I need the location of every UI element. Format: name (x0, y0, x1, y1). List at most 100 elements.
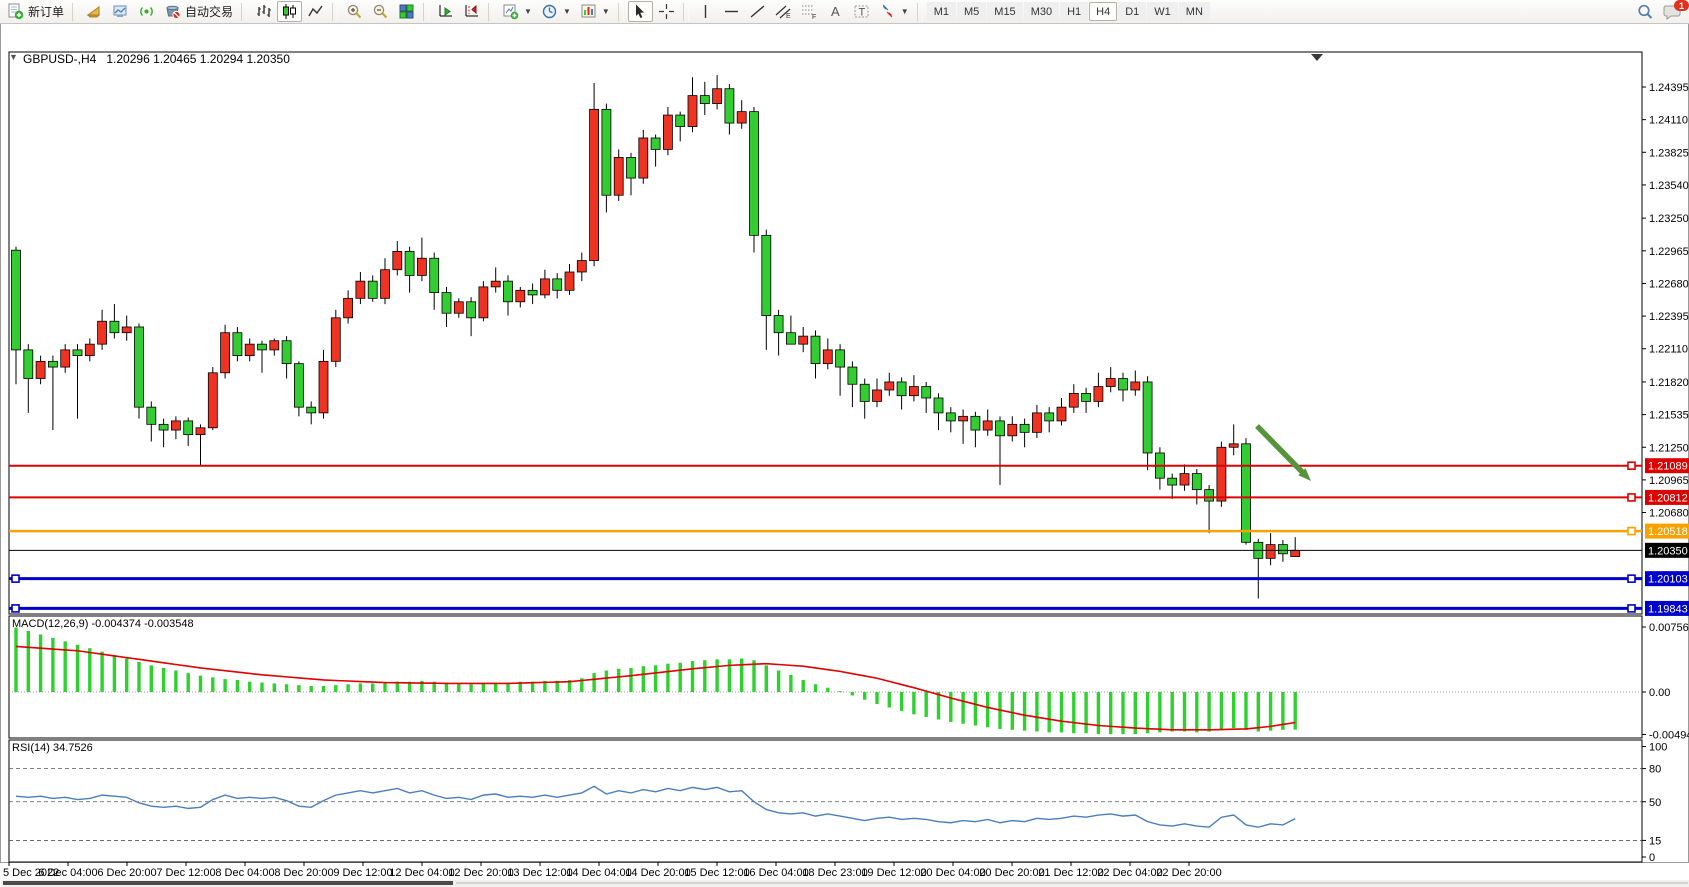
svg-text:12 Dec 04:00: 12 Dec 04:00 (389, 867, 454, 879)
zoom-in-icon (346, 3, 363, 20)
auto-scroll-button[interactable] (433, 1, 458, 22)
autotrading-icon (164, 3, 181, 20)
zoom-out-button[interactable] (368, 1, 393, 22)
price-chart[interactable]: 1.243951.241101.238251.235401.232501.229… (1, 24, 1689, 887)
svg-text:1.24110: 1.24110 (1649, 115, 1688, 127)
bar-chart-button[interactable] (251, 1, 276, 22)
svg-text:15 Dec 12:00: 15 Dec 12:00 (684, 867, 749, 879)
navigator-icon (112, 3, 129, 20)
templates-button[interactable]: ▼ (576, 1, 614, 22)
svg-text:21 Dec 12:00: 21 Dec 12:00 (1038, 867, 1103, 879)
svg-text:1.21820: 1.21820 (1649, 377, 1689, 389)
timeframe-d1-button[interactable]: D1 (1118, 2, 1146, 21)
svg-text:1.21089: 1.21089 (1648, 461, 1688, 473)
navigator-button[interactable] (108, 1, 133, 22)
svg-text:20 Dec 04:00: 20 Dec 04:00 (920, 867, 985, 879)
toolbar-separator (241, 3, 247, 21)
svg-text:16 Dec 04:00: 16 Dec 04:00 (743, 867, 808, 879)
macd-axis: 0.0075660.00-0.004943 (1642, 622, 1689, 741)
chart-shift-button[interactable] (459, 1, 484, 22)
svg-text:20 Dec 20:00: 20 Dec 20:00 (979, 867, 1044, 879)
scrollbar-thumb[interactable] (3, 881, 453, 885)
line-chart-icon (307, 3, 324, 20)
new-chart-button[interactable]: ▼ (498, 1, 536, 22)
timeframe-m15-button[interactable]: M15 (987, 2, 1022, 21)
chart-title: GBPUSD-,H4 1.20296 1.20465 1.20294 1.203… (23, 52, 290, 66)
svg-text:13 Dec 12:00: 13 Dec 12:00 (507, 867, 572, 879)
arrows-button[interactable]: ▼ (875, 1, 913, 22)
autotrading-button[interactable]: 自动交易 (160, 1, 237, 22)
horizontal-line-button[interactable] (719, 1, 744, 22)
toolbar-separator (488, 3, 494, 21)
crosshair-button[interactable] (654, 1, 679, 22)
rsi-indicator-label: RSI(14) 34.7526 (12, 742, 93, 754)
macd-indicator-label: MACD(12,26,9) -0.004374 -0.003548 (12, 618, 194, 630)
svg-text:1.21535: 1.21535 (1649, 410, 1689, 422)
trendline-button[interactable] (745, 1, 770, 22)
toolbar-separator (683, 3, 689, 21)
dropdown-caret-icon: ▼ (602, 7, 610, 16)
svg-text:6 Dec 20:00: 6 Dec 20:00 (97, 867, 156, 879)
line-chart-button[interactable] (303, 1, 328, 22)
svg-text:T: T (858, 7, 865, 19)
tile-windows-button[interactable] (394, 1, 419, 22)
svg-text:0.007566: 0.007566 (1649, 622, 1689, 634)
svg-text:18 Dec 23:00: 18 Dec 23:00 (802, 867, 867, 879)
svg-text:1.23250: 1.23250 (1649, 213, 1689, 225)
toolbar: 新订单 自动交易 (0, 0, 1689, 24)
svg-text:1.22110: 1.22110 (1649, 344, 1688, 356)
timeframe-mn-button[interactable]: MN (1179, 2, 1210, 21)
toolbar-separator (618, 3, 624, 21)
toolbar-separator (332, 3, 338, 21)
new-order-icon (7, 3, 24, 20)
equidistant-channel-button[interactable]: E (771, 1, 796, 22)
svg-text:14 Dec 04:00: 14 Dec 04:00 (566, 867, 631, 879)
svg-text:1.20350: 1.20350 (1648, 545, 1688, 557)
tile-windows-icon (398, 3, 415, 20)
market-watch-button[interactable] (82, 1, 107, 22)
bottom-scrollbar (1, 880, 1689, 887)
svg-text:7 Dec 12:00: 7 Dec 12:00 (156, 867, 215, 879)
text-label-icon: T (853, 3, 870, 20)
svg-text:19 Dec 12:00: 19 Dec 12:00 (861, 867, 926, 879)
rsi-axis: 1008050150 (1642, 742, 1667, 865)
one-click-trading-toggle[interactable]: ▼ (9, 52, 18, 62)
svg-text:15: 15 (1649, 835, 1661, 847)
profiles-button[interactable]: ▼ (537, 1, 575, 22)
svg-text:1.23540: 1.23540 (1649, 180, 1689, 192)
svg-text:14 Dec 20:00: 14 Dec 20:00 (625, 867, 690, 879)
svg-text:1.24395: 1.24395 (1649, 82, 1689, 94)
timeframe-w1-button[interactable]: W1 (1147, 2, 1178, 21)
notifications-button[interactable]: 1 (1659, 1, 1686, 22)
dropdown-caret-icon: ▼ (901, 7, 909, 16)
chart-window: 1.243951.241101.238251.235401.232501.229… (0, 24, 1689, 863)
svg-text:1.19843: 1.19843 (1648, 603, 1688, 615)
timeframe-m1-button[interactable]: M1 (927, 2, 956, 21)
timeframe-m5-button[interactable]: M5 (957, 2, 986, 21)
timeframe-h4-button[interactable]: H4 (1089, 2, 1117, 21)
fibonacci-button[interactable]: F (797, 1, 822, 22)
timeframe-m30-button[interactable]: M30 (1024, 2, 1059, 21)
svg-text:1.20680: 1.20680 (1649, 508, 1689, 520)
search-button[interactable] (1632, 1, 1658, 22)
text-button[interactable]: A (823, 1, 848, 22)
svg-text:1.20103: 1.20103 (1648, 574, 1688, 586)
new-order-button[interactable]: 新订单 (3, 1, 68, 22)
svg-text:1.22395: 1.22395 (1649, 311, 1689, 323)
svg-text:50: 50 (1649, 797, 1661, 809)
trendline-icon (749, 3, 766, 20)
zoom-in-button[interactable] (342, 1, 367, 22)
svg-text:8 Dec 20:00: 8 Dec 20:00 (274, 867, 333, 879)
zoom-out-icon (372, 3, 389, 20)
svg-text:80: 80 (1649, 764, 1661, 776)
svg-text:6 Dec 04:00: 6 Dec 04:00 (38, 867, 97, 879)
candlestick-chart-button[interactable] (277, 1, 302, 22)
signals-icon (138, 3, 155, 20)
text-label-button[interactable]: T (849, 1, 874, 22)
timeframe-h1-button[interactable]: H1 (1060, 2, 1088, 21)
vertical-line-button[interactable] (693, 1, 718, 22)
signals-button[interactable] (134, 1, 159, 22)
cursor-button[interactable] (628, 1, 653, 22)
templates-icon (580, 3, 597, 20)
dropdown-caret-icon: ▼ (524, 7, 532, 16)
